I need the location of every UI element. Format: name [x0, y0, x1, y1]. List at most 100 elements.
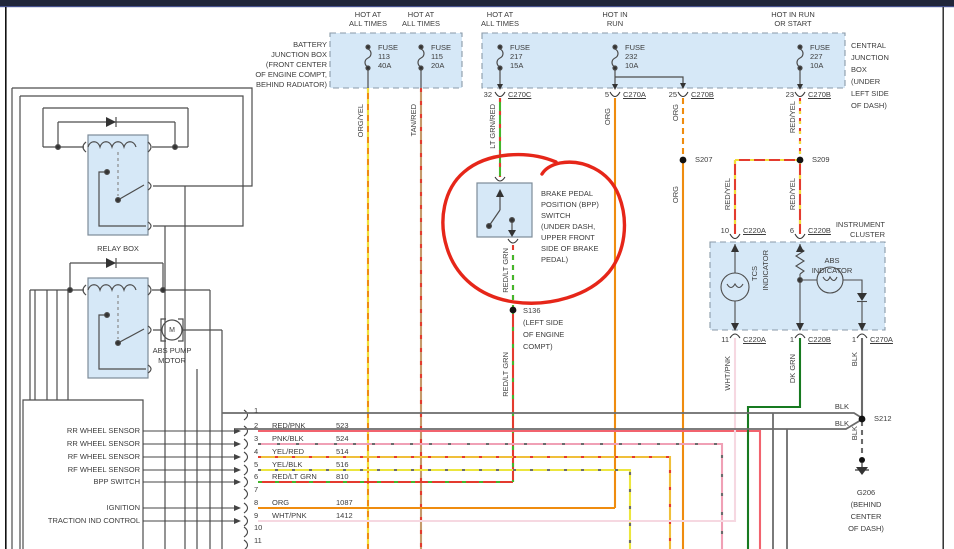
module-label-pin9: TRACTION IND CONTROL	[10, 516, 140, 525]
connector-c270b-23-symbol	[795, 92, 805, 97]
module-label-pin4: RF WHEEL SENSOR	[10, 452, 140, 461]
bpp-switch-box	[477, 183, 532, 237]
wire-label-blk-a: BLK	[850, 352, 859, 366]
connector-c220b6-pin: 6	[774, 226, 794, 235]
relay2-pivot-dot	[116, 341, 121, 346]
pin-num-2: 2	[254, 421, 258, 430]
bpp-top-connector-symbol	[495, 177, 505, 181]
splice-s207-dot	[680, 157, 687, 164]
wire-label-red-yel-c: RED/YEL	[788, 178, 797, 210]
module-label-pin8: IGNITION	[10, 503, 140, 512]
wire-code-pin4: YEL/RED	[272, 447, 304, 456]
module-pins	[143, 410, 248, 549]
connector-c270b25-name[interactable]: C270B	[691, 90, 714, 99]
relay1-pivot-dot	[116, 198, 121, 203]
pin-num-11: 11	[254, 536, 262, 545]
splice-s212-label: S212	[874, 414, 892, 423]
relay1-node-right	[173, 145, 178, 150]
central-junction-box-shape	[482, 33, 845, 88]
pin-8-arc	[244, 503, 248, 513]
pin-5-arc	[244, 465, 248, 475]
connector-c220a11-name[interactable]: C220A	[743, 335, 766, 344]
connector-c270b23-name[interactable]: C270B	[808, 90, 831, 99]
pin-3-arc	[244, 439, 248, 449]
splice-s209-dot	[797, 157, 804, 164]
motor-m-glyph: M	[166, 326, 178, 335]
relay1-node-left	[56, 145, 61, 150]
wire-blk-h2	[235, 420, 861, 429]
circuit-num-pin5: 516	[336, 460, 349, 469]
connector-c270b23-pin: 23	[772, 90, 794, 99]
battery-junction-box-label: BATTERY JUNCTION BOX (FRONT CENTER OF EN…	[210, 40, 327, 90]
splice-s136-dot	[510, 307, 517, 314]
power-tap-cjb1: HOT ATALL TIMES	[470, 10, 530, 28]
wire-label-org-yel: ORG/YEL	[356, 104, 365, 137]
pin-11-arc	[244, 540, 248, 549]
connector-c270c-name[interactable]: C270C	[508, 90, 531, 99]
connector-c220b1-pin: 1	[776, 335, 794, 344]
pin-4-arc	[244, 452, 248, 462]
pin-num-10: 10	[254, 523, 262, 532]
wire-label-lt-grn-red: LT GRN/RED	[488, 104, 497, 149]
circuit-num-pin2: 523	[336, 421, 349, 430]
connector-c220a-11-symbol	[730, 334, 740, 338]
pin-num-3: 3	[254, 434, 258, 443]
pin-num-6: 6	[254, 472, 258, 481]
bpp-bottom-connector-symbol	[508, 239, 518, 243]
pin-6-arc	[244, 477, 248, 487]
relay-box-label: RELAY BOX	[78, 244, 158, 253]
fuse-113-label: FUSE11340A	[378, 43, 398, 70]
central-junction-box-label: CENTRAL JUNCTION BOX (UNDER LEFT SIDE OF…	[851, 40, 921, 112]
fuse-217-label: FUSE21715A	[510, 43, 530, 70]
relay1-contact-dot	[105, 170, 110, 175]
connector-c270a-1-symbol	[857, 334, 867, 338]
connector-c220a10-pin: 10	[707, 226, 729, 235]
ground-g206-label: G206 (BEHIND CENTER OF DASH)	[836, 487, 896, 535]
bpp-switch	[477, 183, 532, 237]
connector-c270a1-name[interactable]: C270A	[870, 335, 893, 344]
connector-c270c-32-symbol	[495, 92, 505, 97]
wire-label-red-ltgrn-a: RED/LT GRN	[501, 248, 510, 293]
top-bar-accent	[0, 6, 954, 7]
module-feed-lines	[30, 290, 68, 400]
circuit-num-pin3: 524	[336, 434, 349, 443]
power-tap-cjb2: HOT INRUN	[585, 10, 645, 28]
connector-c270b-25-symbol	[678, 92, 688, 97]
wire-label-blk-b: BLK	[850, 426, 859, 440]
splice-s207-label: S207	[695, 155, 713, 164]
wire-label-org-b: ORG	[671, 104, 680, 121]
wire-label-org-a: ORG	[603, 108, 612, 125]
connector-c220a10-name[interactable]: C220A	[743, 226, 766, 235]
connector-c270a5-name[interactable]: C270A	[623, 90, 646, 99]
right-border	[943, 7, 944, 549]
wire-label-red-ltgrn-b: RED/LT GRN	[501, 352, 510, 397]
power-tap-bjb2: HOT ATALL TIMES	[391, 10, 451, 28]
connector-c270c-pin: 32	[468, 90, 492, 99]
tcs-indicator-label-2: INDICATOR	[761, 250, 770, 291]
connector-c220b1-name[interactable]: C220B	[808, 335, 831, 344]
wire-label-blk-c: BLK	[815, 402, 849, 411]
module-label-pin5: RF WHEEL SENSOR	[10, 465, 140, 474]
connector-c270b25-pin: 25	[655, 90, 677, 99]
wire-label-red-yel-a: RED/YEL	[788, 101, 797, 133]
circuit-num-pin8: 1087	[336, 498, 353, 507]
bpp-contact-dot2	[510, 218, 515, 223]
pin-num-1: 1	[254, 406, 258, 415]
pin-num-7: 7	[254, 485, 258, 494]
relay2-node-left	[68, 288, 73, 293]
relay2-diode-icon	[106, 258, 116, 268]
fuse-227-label: FUSE22710A	[810, 43, 830, 70]
abs-pump-motor-label: ABS PUMP MOTOR	[141, 346, 203, 366]
right-drop-lines	[165, 186, 222, 549]
wire-code-pin2: RED/PNK	[272, 421, 305, 430]
tcs-indicator-label-1: TCS	[750, 266, 759, 281]
connector-c270a5-pin: 5	[589, 90, 609, 99]
left-border	[5, 7, 7, 549]
pin-num-4: 4	[254, 447, 258, 456]
power-tap-bjb1: HOT ATALL TIMES	[338, 10, 398, 28]
ground-g206-symbol	[855, 457, 869, 475]
wire-code-pin6: RED/LT GRN	[272, 472, 317, 481]
wire-pnk-blk-stripe	[258, 444, 722, 549]
connector-c270a1-pin: 1	[838, 335, 856, 344]
module-label-lines	[143, 428, 241, 524]
